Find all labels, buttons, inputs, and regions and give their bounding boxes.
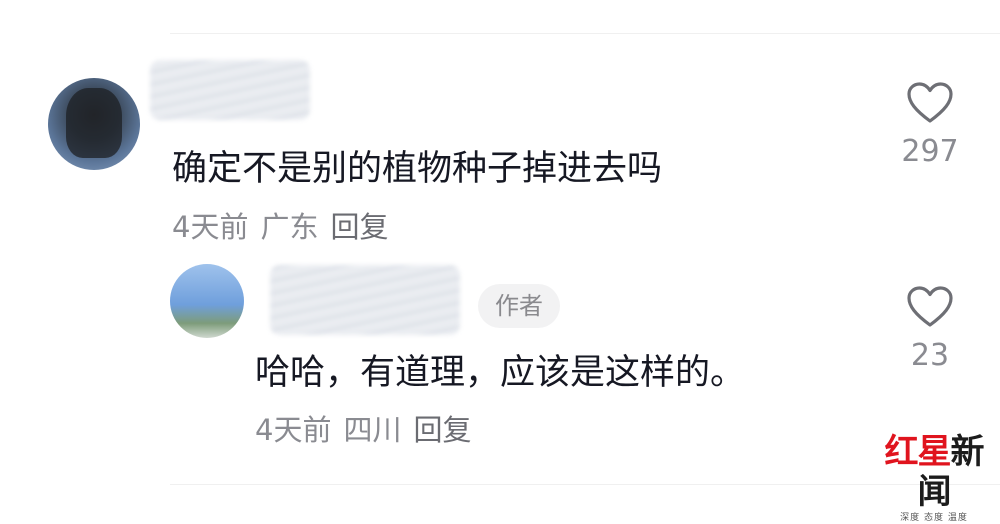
reply-button[interactable]: 回复: [330, 210, 388, 244]
avatar[interactable]: [48, 78, 140, 170]
top-divider: [170, 33, 1000, 34]
avatar[interactable]: [170, 264, 244, 338]
comment-text: 确定不是别的植物种子掉进去吗: [172, 149, 663, 189]
watermark-red-text: 红星: [884, 432, 952, 472]
comment-time: 4天前: [255, 413, 332, 447]
comment-time: 4天前: [172, 210, 249, 244]
like-button[interactable]: 297: [890, 82, 970, 169]
blurred-username: [270, 265, 460, 335]
heart-outline-icon[interactable]: [890, 82, 970, 124]
author-badge: 作者: [478, 284, 560, 328]
watermark-title: 红星新闻: [870, 432, 998, 512]
heart-outline-icon[interactable]: [890, 286, 970, 328]
like-count: 23: [910, 338, 950, 373]
like-button[interactable]: 23: [890, 286, 970, 373]
watermark-subtitle: 深度 态度 温度: [900, 513, 968, 523]
like-count: 297: [901, 134, 959, 169]
reply-button[interactable]: 回复: [413, 413, 471, 447]
comment-meta: 4天前 广东 回复: [172, 204, 400, 246]
blurred-username: [150, 60, 310, 120]
comment-text: 哈哈，有道理，应该是这样的。: [255, 353, 746, 393]
comment-meta: 4天前 四川 回复: [255, 407, 483, 449]
comment-location: 广东: [260, 210, 319, 244]
watermark-logo: 红星新闻 深度 态度 温度: [870, 432, 998, 523]
comment-location: 四川: [343, 413, 402, 447]
